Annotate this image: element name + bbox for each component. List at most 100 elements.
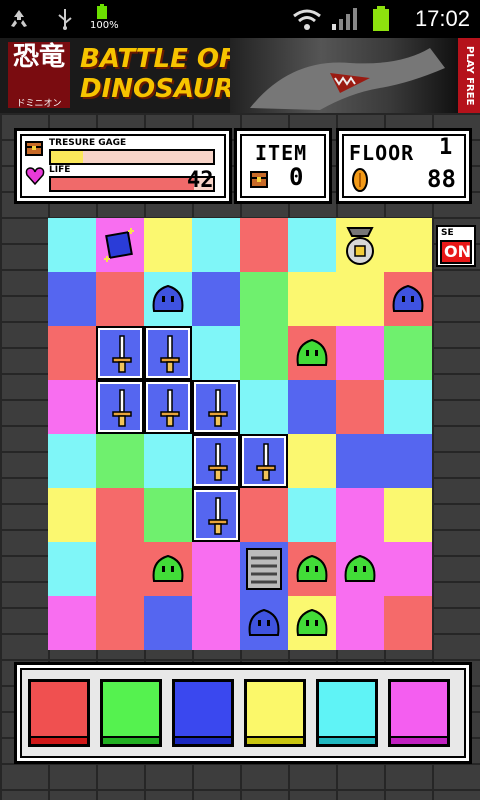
board-cell[interactable] — [240, 218, 288, 272]
board-cell[interactable] — [96, 272, 144, 326]
board-cell[interactable] — [336, 434, 384, 488]
board-cell[interactable] — [96, 380, 144, 434]
board-cell[interactable] — [336, 542, 384, 596]
color-button-stripe — [103, 736, 159, 744]
item-panel: ITEM 0 — [234, 128, 332, 204]
recycle-icon — [11, 10, 27, 27]
board-cell[interactable] — [240, 542, 288, 596]
board-cell[interactable] — [384, 596, 432, 650]
board-cell[interactable] — [96, 326, 144, 380]
board-cell[interactable] — [336, 596, 384, 650]
board-cell[interactable] — [96, 218, 144, 272]
board-cell[interactable] — [240, 272, 288, 326]
board-cell[interactable] — [48, 434, 96, 488]
signal-icon — [332, 8, 357, 30]
color-button-yellow[interactable] — [244, 679, 306, 747]
board-cell[interactable] — [288, 542, 336, 596]
life-bar-fill — [51, 178, 194, 190]
board-cell[interactable] — [288, 596, 336, 650]
board-cell[interactable] — [144, 326, 192, 380]
item-count: 0 — [289, 163, 304, 191]
color-button-cyan[interactable] — [316, 679, 378, 747]
board-cell[interactable] — [192, 326, 240, 380]
board-cell[interactable] — [240, 488, 288, 542]
board-cell[interactable] — [192, 218, 240, 272]
sound-effect-state: ON — [444, 242, 471, 261]
board-cell[interactable] — [336, 488, 384, 542]
treasure-chest-icon — [25, 141, 43, 156]
board-cell[interactable] — [288, 434, 336, 488]
board-cell[interactable] — [144, 380, 192, 434]
color-button-red[interactable] — [28, 679, 90, 747]
board-cell[interactable] — [192, 434, 240, 488]
battery-percent: 100% — [90, 20, 119, 31]
color-button-green[interactable] — [100, 679, 162, 747]
floor-panel: FLOOR 1 88 — [336, 128, 472, 204]
board-cell[interactable] — [48, 542, 96, 596]
ad-play-free-label[interactable]: PLAY FREE — [458, 38, 480, 113]
battery-full-icon — [97, 4, 107, 19]
board-cell[interactable] — [144, 488, 192, 542]
board-cell[interactable] — [144, 542, 192, 596]
board-cell[interactable] — [144, 596, 192, 650]
board-cell[interactable] — [192, 272, 240, 326]
board-cell[interactable] — [96, 434, 144, 488]
board-cell[interactable] — [192, 542, 240, 596]
board-cell[interactable] — [96, 542, 144, 596]
game-board[interactable] — [48, 218, 432, 650]
status-bar: 100% 17:02 — [0, 0, 480, 38]
board-cell[interactable] — [48, 218, 96, 272]
coin-icon — [352, 168, 368, 192]
color-palette — [14, 662, 472, 764]
life-value: 42 — [187, 168, 214, 193]
board-cell[interactable] — [336, 218, 384, 272]
board-cell[interactable] — [288, 488, 336, 542]
status-panel: TRESURE GAGE LIFE 42 — [14, 128, 232, 204]
ad-kanji: 恐竜 — [12, 42, 65, 72]
sound-effect-toggle[interactable]: SE ON — [436, 225, 476, 267]
board-cell[interactable] — [48, 596, 96, 650]
clock: 17:02 — [414, 6, 470, 31]
board-cell[interactable] — [288, 380, 336, 434]
board-cell[interactable] — [336, 380, 384, 434]
ad-title-line2: DINOSAURS — [80, 74, 253, 104]
board-cell[interactable] — [336, 272, 384, 326]
board-cell[interactable] — [288, 218, 336, 272]
board-cell[interactable] — [288, 272, 336, 326]
board-cell[interactable] — [48, 272, 96, 326]
battery-icon — [373, 6, 389, 31]
board-cell[interactable] — [384, 542, 432, 596]
board-cell[interactable] — [192, 488, 240, 542]
board-cell[interactable] — [336, 326, 384, 380]
board-cell[interactable] — [144, 434, 192, 488]
board-cell[interactable] — [192, 596, 240, 650]
board-cell[interactable] — [192, 380, 240, 434]
board-cell[interactable] — [240, 596, 288, 650]
board-cell[interactable] — [384, 218, 432, 272]
color-button-magenta[interactable] — [388, 679, 450, 747]
board-cell[interactable] — [240, 326, 288, 380]
board-cell[interactable] — [48, 488, 96, 542]
color-button-blue[interactable] — [172, 679, 234, 747]
ad-logo-sub: ドミニオン — [16, 99, 62, 109]
floor-top-number: 1 — [439, 135, 453, 160]
board-cell[interactable] — [48, 380, 96, 434]
ad-banner[interactable]: 恐竜 ドミニオン BATTLE OF DINOSAURS PLAY FREE — [0, 38, 480, 113]
board-cell[interactable] — [384, 272, 432, 326]
board-cell[interactable] — [384, 380, 432, 434]
board-cell[interactable] — [144, 218, 192, 272]
board-cell[interactable] — [384, 488, 432, 542]
board-cell[interactable] — [96, 596, 144, 650]
board-cell[interactable] — [144, 272, 192, 326]
color-button-stripe — [247, 736, 303, 744]
board-cell[interactable] — [288, 326, 336, 380]
board-cell[interactable] — [96, 488, 144, 542]
board-cell[interactable] — [48, 326, 96, 380]
board-cell[interactable] — [384, 434, 432, 488]
board-cell[interactable] — [384, 326, 432, 380]
board-cell[interactable] — [240, 380, 288, 434]
sound-effect-label: SE — [441, 228, 454, 238]
color-button-stripe — [31, 736, 87, 744]
floor-label: FLOOR — [349, 141, 415, 165]
board-cell[interactable] — [240, 434, 288, 488]
